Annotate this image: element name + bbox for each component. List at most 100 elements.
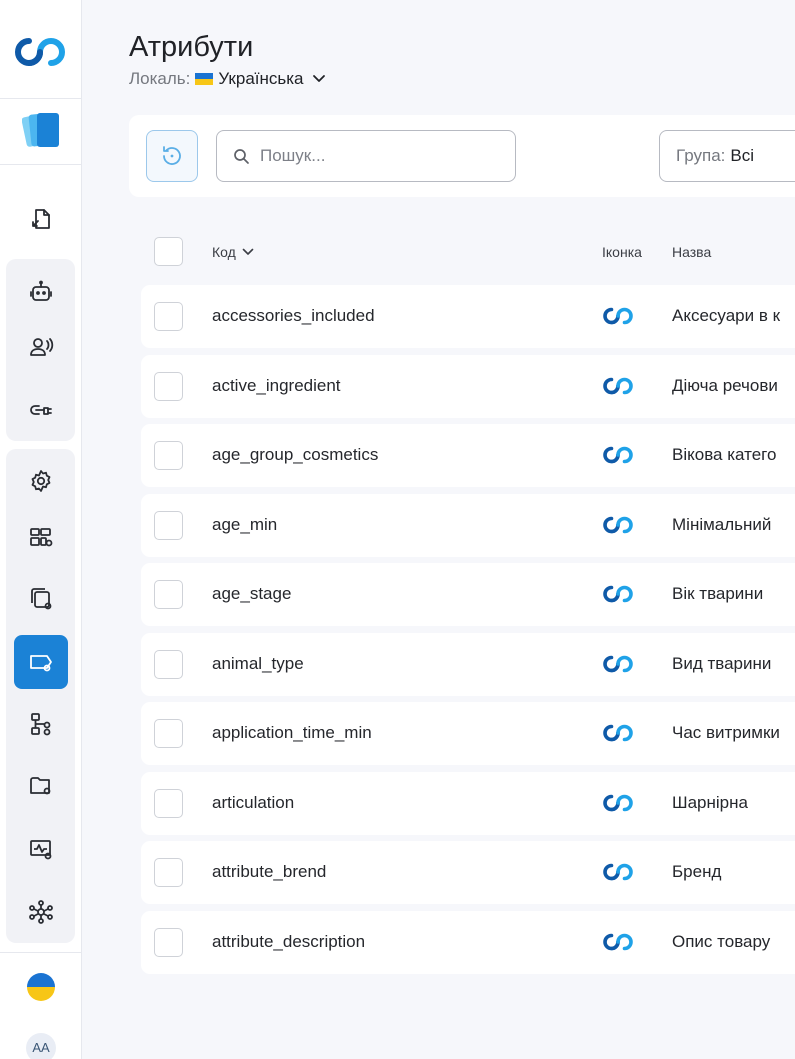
locale-label: Локаль: [129, 69, 191, 88]
link-plug-icon [30, 405, 52, 415]
table-row[interactable]: age_stage Вік тварини [141, 563, 795, 626]
table-row[interactable]: accessories_included Аксесуари в к [141, 285, 795, 348]
attribute-logo-icon [603, 516, 633, 533]
table-row[interactable]: articulation Шарнірна [141, 771, 795, 835]
attribute-name: Вікова катего [672, 445, 777, 464]
attribute-logo-icon [603, 794, 633, 811]
attribute-logo-icon [603, 724, 633, 742]
attribute-name: Вік тварини [672, 584, 764, 603]
row-checkbox[interactable] [154, 719, 183, 748]
search-icon [234, 148, 249, 164]
attribute-code: age_min [212, 514, 278, 534]
select-all-checkbox[interactable] [154, 237, 183, 266]
ukraine-flag-icon [195, 73, 214, 85]
catalog-cards-icon[interactable] [22, 110, 62, 152]
table-row[interactable]: age_group_cosmetics Вікова катего [141, 424, 795, 487]
locale-selector[interactable]: Локаль: Українська [129, 69, 326, 89]
attribute-code: attribute_brend [212, 862, 327, 881]
row-checkbox[interactable] [154, 302, 183, 331]
row-checkbox[interactable] [154, 788, 183, 818]
attribute-name: Шарнірна [672, 792, 748, 812]
import-export-icon [32, 209, 50, 229]
row-checkbox[interactable] [154, 649, 183, 679]
hierarchy-settings-icon [31, 713, 51, 736]
row-checkbox[interactable] [154, 858, 183, 887]
copy-settings-icon [31, 588, 52, 610]
attribute-logo-icon [603, 446, 633, 464]
row-checkbox[interactable] [154, 510, 183, 540]
app-logo-icon[interactable] [13, 36, 69, 68]
chevron-down-icon [312, 75, 325, 82]
attribute-name: Бренд [672, 862, 722, 881]
sidebar-item-settings[interactable] [14, 454, 68, 508]
row-checkbox[interactable] [154, 927, 183, 957]
sidebar-item-network[interactable] [14, 885, 68, 939]
search-input[interactable] [260, 146, 500, 166]
table-row[interactable]: attribute_brend Бренд [141, 841, 795, 904]
attribute-logo-icon [603, 377, 633, 394]
row-checkbox[interactable] [154, 371, 183, 401]
attribute-logo-icon [603, 863, 633, 881]
network-icon [29, 900, 53, 924]
attribute-logo-icon [603, 307, 633, 325]
monitor-activity-icon [30, 840, 52, 860]
dashboard-settings-icon [30, 528, 53, 547]
sidebar-item-folder-settings[interactable] [14, 759, 68, 813]
sidebar-divider [0, 952, 82, 953]
user-avatar[interactable]: AA [26, 1033, 56, 1059]
attribute-name: Опис товару [672, 931, 771, 951]
row-checkbox[interactable] [154, 580, 183, 609]
sidebar-item-copy-settings[interactable] [14, 572, 68, 626]
filter-toolbar: Група: Всі [129, 115, 795, 197]
table-row[interactable]: animal_type Вид тварини [141, 632, 795, 696]
folder-settings-icon [30, 777, 51, 795]
language-flag-ukraine[interactable] [27, 973, 55, 1001]
attribute-code: active_ingredient [212, 375, 341, 395]
sidebar-item-voice[interactable] [14, 320, 68, 374]
attribute-name: Час витримки [672, 723, 780, 742]
table-row[interactable]: age_min Мінімальний [141, 493, 795, 557]
row-checkbox[interactable] [154, 441, 183, 470]
attribute-logo-icon [603, 585, 633, 603]
attribute-name: Мінімальний [672, 514, 772, 534]
attribute-name: Аксесуари в к [672, 306, 781, 325]
sidebar-item-connectors[interactable] [14, 383, 68, 437]
sidebar-item-robot[interactable] [14, 265, 68, 319]
sidebar-item-import-export[interactable] [14, 192, 68, 246]
attribute-code: animal_type [212, 653, 304, 673]
column-header-code[interactable]: Код [212, 244, 254, 260]
attribute-code: attribute_description [212, 931, 366, 951]
table-row[interactable]: active_ingredient Діюча речови [141, 354, 795, 418]
reset-icon [163, 146, 181, 165]
table-row[interactable]: application_time_min Час витримки [141, 702, 795, 765]
attribute-logo-icon [603, 933, 633, 950]
search-field[interactable] [216, 130, 516, 182]
group-filter-value: Всі [730, 146, 755, 165]
group-filter-label: Група: [676, 146, 726, 165]
attribute-code: accessories_included [212, 306, 375, 325]
attribute-code: articulation [212, 792, 295, 812]
page-title: Атрибути [129, 31, 254, 63]
attribute-logo-icon [603, 655, 633, 672]
attribute-name: Вид тварини [672, 653, 772, 673]
attribute-code: application_time_min [212, 723, 372, 742]
sidebar-item-dashboard-settings[interactable] [14, 510, 68, 564]
attribute-code: age_group_cosmetics [212, 445, 379, 464]
sidebar: AA [0, 0, 82, 1059]
sidebar-item-attributes[interactable] [14, 635, 68, 689]
voice-user-icon [30, 338, 54, 356]
reset-filters-button[interactable] [146, 130, 198, 182]
settings-icon [31, 470, 51, 492]
locale-value: Українська [218, 69, 304, 88]
sort-chevron-icon [242, 248, 254, 255]
sidebar-divider [0, 164, 82, 165]
attribute-code: age_stage [212, 584, 292, 603]
group-filter-select[interactable]: Група: Всі [659, 130, 795, 182]
table-header: Код Іконка Назва [141, 226, 795, 278]
table-row[interactable]: attribute_description Опис товару [141, 910, 795, 974]
sidebar-item-monitor-activity[interactable] [14, 822, 68, 876]
attribute-name: Діюча речови [672, 375, 778, 395]
sidebar-item-hierarchy-settings[interactable] [14, 697, 68, 751]
column-header-name[interactable]: Назва [672, 244, 711, 260]
column-header-icon: Іконка [602, 244, 642, 260]
